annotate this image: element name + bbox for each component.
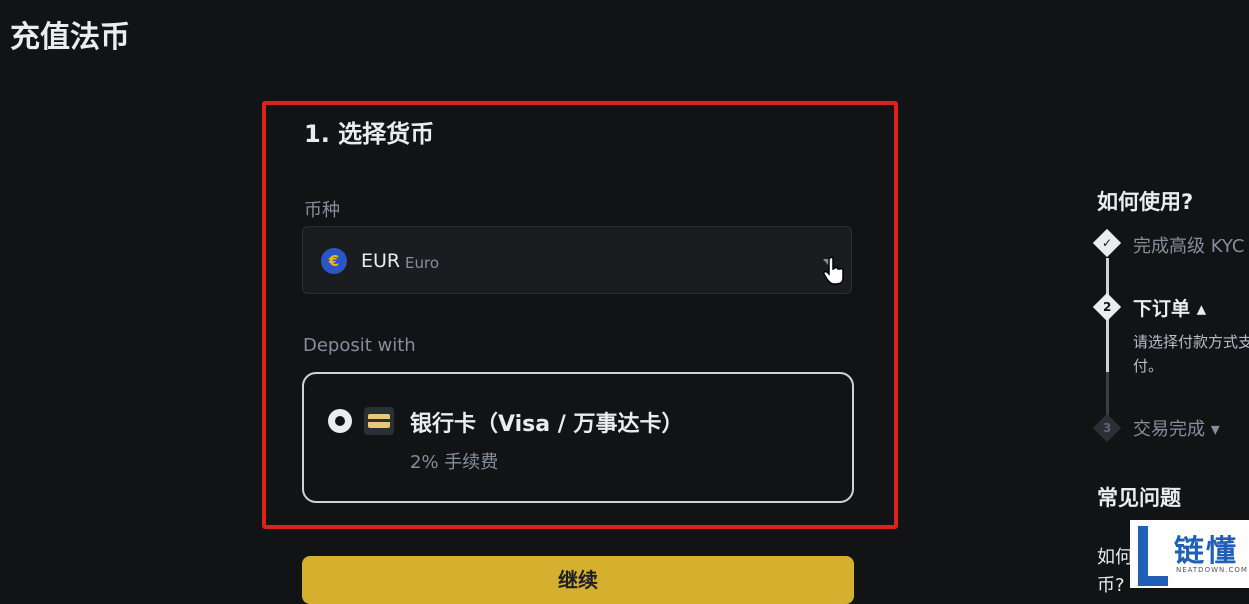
payment-method-bank-card[interactable]: 银行卡（Visa / 万事达卡） 2% 手续费 [302,372,854,503]
euro-icon: € [321,248,347,274]
watermark-logo: 链懂 NEATDOWN.COM [1130,520,1249,588]
continue-button[interactable]: 继续 [302,556,854,604]
howto-step-2-desc: 请选择付款方式支付。 [1133,333,1249,375]
howto-step-1: 完成高级 KYC [1133,236,1245,257]
currency-name: Euro [405,254,439,272]
payment-method-fee: 2% 手续费 [410,452,499,473]
watermark-l-icon [1138,526,1170,586]
currency-label: 币种 [304,200,340,221]
radio-selected-icon[interactable] [328,409,352,433]
payment-method-name: 银行卡（Visa / 万事达卡） [410,412,684,437]
hand-pointer-cursor-icon [823,256,844,285]
howto-step-2[interactable]: 下订单 ▴ [1133,294,1206,321]
credit-card-icon [364,407,394,435]
step-2-marker: 2 [1092,292,1122,322]
page-title: 充值法币 [10,20,130,55]
howto-title: 如何使用? [1097,190,1194,214]
step-title: 1. 选择货币 [304,120,435,148]
watermark-subtext: NEATDOWN.COM [1176,566,1248,574]
faq-title: 常见问题 [1097,486,1181,510]
currency-code: EUR [361,250,401,272]
howto-step-3[interactable]: 交易完成 ▾ [1133,415,1220,441]
currency-select[interactable]: € EUR Euro [302,226,852,294]
deposit-with-label: Deposit with [303,335,416,356]
step-3-marker: 3 [1092,413,1122,443]
step-complete-check-icon: ✓ [1092,228,1122,258]
watermark-text: 链懂 [1174,534,1238,569]
